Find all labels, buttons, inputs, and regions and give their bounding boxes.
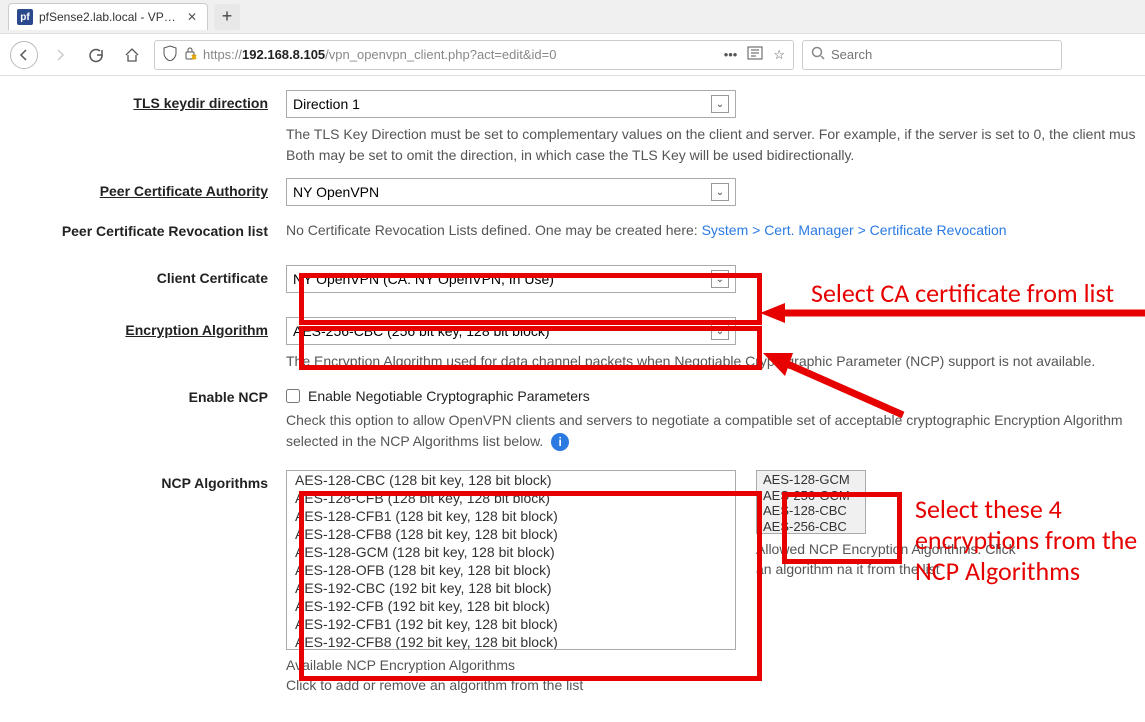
ncp-available-option[interactable]: AES-192-CFB (192 bit key, 128 bit block) xyxy=(287,597,735,615)
arrow-enc-icon xyxy=(763,348,908,420)
bookmark-icon[interactable]: ☆ xyxy=(773,47,785,63)
enc-algo-select[interactable]: AES-256-CBC (256 bit key, 128 bit block)… xyxy=(286,317,736,345)
chevron-down-icon: ⌄ xyxy=(711,95,729,113)
annotation-text-ncp: Select these 4 encryptions from the NCP … xyxy=(915,494,1145,588)
info-icon[interactable]: i xyxy=(551,433,569,451)
ncp-allowed-option[interactable]: AES-256-GCM xyxy=(763,488,859,504)
ncp-allowed-option[interactable]: AES-128-CBC xyxy=(763,503,859,519)
label-tls-keydir: TLS keydir direction xyxy=(0,90,286,166)
ncp-available-option[interactable]: AES-128-CFB1 (128 bit key, 128 bit block… xyxy=(287,507,735,525)
tls-keydir-select[interactable]: Direction 1 ⌄ xyxy=(286,90,736,118)
client-cert-value: NY OpenVPN (CA: NY OpenVPN, In Use) xyxy=(293,271,554,287)
tab-title: pfSense2.lab.local - VPN: Open xyxy=(39,10,179,24)
reader-icon[interactable] xyxy=(747,46,763,63)
ncp-available-option[interactable]: AES-192-CFB1 (192 bit key, 128 bit block… xyxy=(287,615,735,633)
browser-tab[interactable]: pf pfSense2.lab.local - VPN: Open ✕ xyxy=(8,3,208,30)
ncp-available-option[interactable]: AES-128-OFB (128 bit key, 128 bit block) xyxy=(287,561,735,579)
ncp-available-option[interactable]: AES-128-CFB (128 bit key, 128 bit block) xyxy=(287,489,735,507)
ncp-allowed-listbox[interactable]: AES-128-GCMAES-256-GCMAES-128-CBCAES-256… xyxy=(756,470,866,534)
client-cert-select[interactable]: NY OpenVPN (CA: NY OpenVPN, In Use) ⌄ xyxy=(286,265,736,293)
tab-close-icon[interactable]: ✕ xyxy=(185,10,199,24)
ncp-available-option[interactable]: AES-128-CBC (128 bit key, 128 bit block) xyxy=(287,471,735,489)
ncp-allowed-option[interactable]: AES-128-GCM xyxy=(763,472,859,488)
crl-help-prefix: No Certificate Revocation Lists defined.… xyxy=(286,222,702,238)
forward-button[interactable] xyxy=(46,41,74,69)
ncp-available-option[interactable]: AES-128-CFB8 (128 bit key, 128 bit block… xyxy=(287,525,735,543)
label-enc-algo: Encryption Algorithm xyxy=(0,317,286,372)
ncp-available-caption1: Available NCP Encryption Algorithms xyxy=(286,656,736,676)
label-client-cert: Client Certificate xyxy=(0,265,286,293)
enable-ncp-checkbox-label: Enable Negotiable Cryptographic Paramete… xyxy=(308,388,590,404)
chevron-down-icon: ⌄ xyxy=(711,183,729,201)
label-peer-ca: Peer Certificate Authority xyxy=(0,178,286,206)
search-input[interactable] xyxy=(831,47,1053,62)
nav-bar: https://192.168.8.105/vpn_openvpn_client… xyxy=(0,34,1145,76)
search-icon xyxy=(811,46,825,63)
peer-ca-value: NY OpenVPN xyxy=(293,184,379,200)
new-tab-button[interactable]: + xyxy=(214,4,240,30)
label-enable-ncp: Enable NCP xyxy=(0,384,286,452)
enc-algo-help: The Encryption Algorithm used for data c… xyxy=(286,351,1136,372)
chevron-down-icon: ⌄ xyxy=(711,322,729,340)
crl-link[interactable]: System > Cert. Manager > Certificate Rev… xyxy=(702,222,1007,238)
ncp-allowed-option[interactable]: AES-256-CBC xyxy=(763,519,859,535)
favicon-icon: pf xyxy=(17,9,33,25)
reload-button[interactable] xyxy=(82,41,110,69)
arrow-cert-icon xyxy=(760,303,1145,323)
ncp-available-listbox[interactable]: AES-128-CBC (128 bit key, 128 bit block)… xyxy=(286,470,736,650)
more-icon[interactable]: ••• xyxy=(724,47,738,62)
page-content: TLS keydir direction Direction 1 ⌄ The T… xyxy=(0,76,1145,722)
tls-keydir-help: The TLS Key Direction must be set to com… xyxy=(286,124,1136,166)
chevron-down-icon: ⌄ xyxy=(711,270,729,288)
ncp-available-option[interactable]: AES-192-CBC (192 bit key, 128 bit block) xyxy=(287,579,735,597)
ncp-available-caption2: Click to add or remove an algorithm from… xyxy=(286,676,736,696)
back-button[interactable] xyxy=(10,41,38,69)
ncp-available-option[interactable]: AES-192-CFB8 (192 bit key, 128 bit block… xyxy=(287,633,735,650)
lock-warning-icon xyxy=(183,46,197,63)
url-text: https://192.168.8.105/vpn_openvpn_client… xyxy=(203,47,556,62)
home-button[interactable] xyxy=(118,41,146,69)
ncp-available-option[interactable]: AES-128-GCM (128 bit key, 128 bit block) xyxy=(287,543,735,561)
label-peer-crl: Peer Certificate Revocation list xyxy=(0,218,286,241)
enable-ncp-help: Check this option to allow OpenVPN clien… xyxy=(286,412,1123,449)
enable-ncp-checkbox[interactable] xyxy=(286,389,300,403)
shield-icon xyxy=(163,45,177,64)
label-ncp-algos: NCP Algorithms xyxy=(0,470,286,695)
peer-ca-select[interactable]: NY OpenVPN ⌄ xyxy=(286,178,736,206)
url-bar[interactable]: https://192.168.8.105/vpn_openvpn_client… xyxy=(154,40,794,70)
tls-keydir-value: Direction 1 xyxy=(293,96,360,112)
enc-algo-value: AES-256-CBC (256 bit key, 128 bit block) xyxy=(293,323,550,339)
browser-chrome: pf pfSense2.lab.local - VPN: Open ✕ + ht… xyxy=(0,0,1145,76)
search-box[interactable] xyxy=(802,40,1062,70)
tab-bar: pf pfSense2.lab.local - VPN: Open ✕ + xyxy=(0,0,1145,34)
